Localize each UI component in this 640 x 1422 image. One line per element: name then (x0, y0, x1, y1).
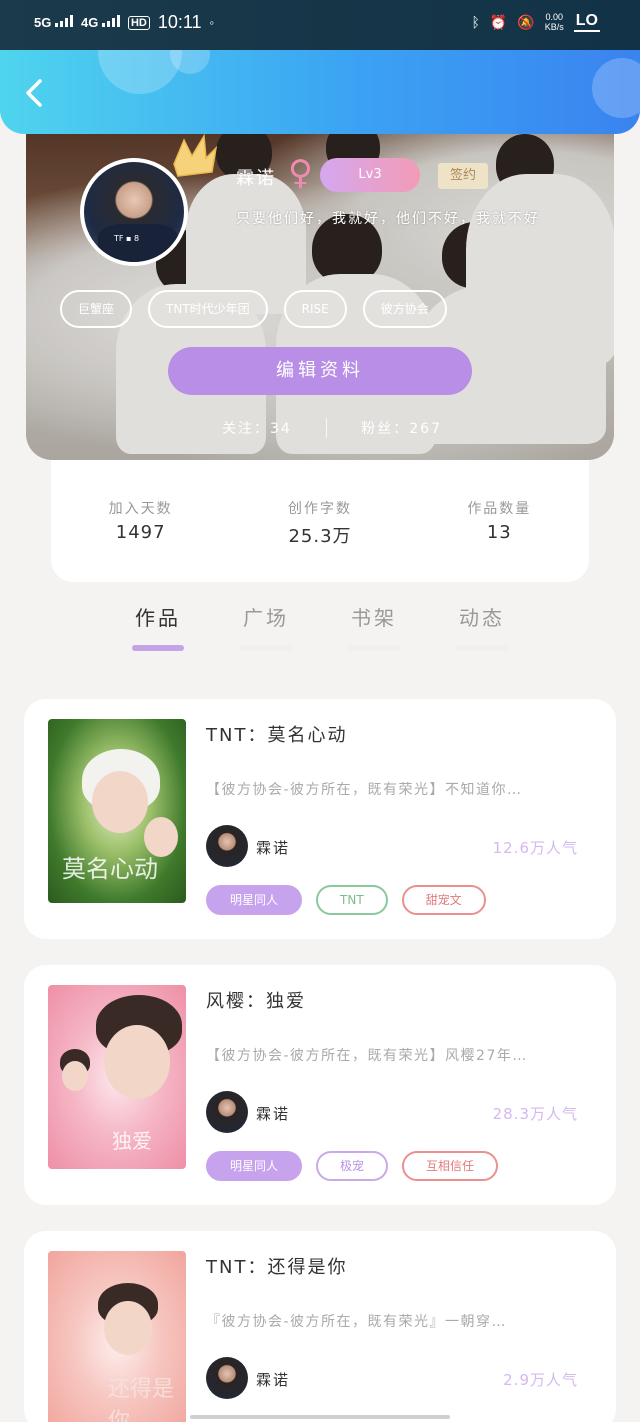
tab-bookshelf[interactable]: 书架 (320, 602, 428, 651)
work-tags: 明星同人 TNT 甜宠文 (206, 885, 486, 915)
work-tag[interactable]: 极宠 (316, 1151, 389, 1181)
stat-word-count: 创作字数 25.3万 (260, 498, 380, 582)
tab-indicator (132, 645, 184, 651)
work-tag[interactable]: 明星同人 (206, 1151, 303, 1181)
profile-banner: TF ▪ 8 霖诺 ♀ Lv3 签约 只要他们好，我就好，他们不好，我就不好 巨… (26, 134, 614, 460)
author-avatar (206, 1357, 248, 1399)
author-avatar (206, 1091, 248, 1133)
work-tag[interactable]: 明星同人 (206, 885, 303, 915)
work-title[interactable]: TNT：莫名心动 (206, 721, 347, 747)
work-card[interactable]: 还得是你 TNT：还得是你 『彼方协会-彼方所在，既有荣光』一朝穿… 霖诺 2.… (24, 1231, 616, 1422)
stat-label: 作品数量 (467, 501, 532, 517)
work-cover[interactable]: 独爱 (48, 985, 186, 1169)
popularity-count: 12.6万人气 (492, 839, 578, 857)
stat-label: 创作字数 (287, 501, 352, 517)
work-card[interactable]: 独爱 风樱：独爱 【彼方协会-彼方所在，既有荣光】风樱27年… 霖诺 28.3万… (24, 965, 616, 1205)
female-gender-icon: ♀ (288, 153, 313, 193)
work-card[interactable]: 莫名心动 TNT：莫名心动 【彼方协会-彼方所在，既有荣光】不知道你… 霖诺 1… (24, 699, 616, 939)
hd-icon: HD (127, 15, 150, 30)
profile-motto: 只要他们好，我就好，他们不好，我就不好 (236, 211, 540, 227)
stat-label: 加入天数 (108, 501, 173, 517)
crown-icon (173, 134, 218, 177)
signed-badge: 签约 (438, 163, 488, 189)
follow-stats: 关注：34 粉丝：267 (222, 418, 442, 438)
stat-value: 1497 (115, 522, 166, 543)
divider (326, 418, 328, 438)
stat-value: 13 (486, 522, 512, 543)
work-cover[interactable]: 还得是你 (48, 1251, 186, 1422)
work-title[interactable]: TNT：还得是你 (206, 1253, 347, 1279)
popularity-count: 2.9万人气 (503, 1371, 578, 1389)
profile-tag[interactable]: 巨蟹座 (60, 290, 133, 328)
network-speed: 0.00 KB/s (544, 12, 564, 32)
signal-4g: 4G (81, 15, 120, 30)
work-description: 【彼方协会-彼方所在，既有荣光】不知道你… (206, 782, 523, 798)
edit-profile-button[interactable]: 编辑资料 (168, 347, 472, 395)
call-icon: ◦ (209, 15, 215, 30)
tab-works[interactable]: 作品 (104, 602, 212, 651)
profile-tag[interactable]: TNT时代少年团 (148, 290, 268, 328)
alarm-icon: ⏰ (489, 13, 508, 30)
profile-tags: 巨蟹座 TNT时代少年团 RISE 彼方协会 (60, 290, 447, 328)
signal-5g: 5G (34, 15, 73, 30)
work-description: 【彼方协会-彼方所在，既有荣光】风樱27年… (206, 1048, 528, 1064)
home-indicator[interactable] (190, 1415, 450, 1419)
stats-card: 加入天数 1497 创作字数 25.3万 作品数量 13 (51, 460, 589, 582)
decor-bubble (592, 58, 640, 118)
work-tag[interactable]: 甜宠文 (401, 885, 486, 915)
mute-icon: 🔕 (517, 13, 535, 30)
author-name: 霖诺 (256, 839, 291, 857)
work-description: 『彼方协会-彼方所在，既有荣光』一朝穿… (206, 1314, 508, 1330)
stat-works-count: 作品数量 13 (439, 498, 559, 582)
author-avatar (206, 825, 248, 867)
author-name: 霖诺 (256, 1371, 291, 1389)
profile-tag[interactable]: RISE (283, 290, 347, 328)
work-tag[interactable]: TNT (316, 885, 388, 915)
work-title[interactable]: 风樱：独爱 (206, 987, 306, 1013)
battery-icon: LO (573, 12, 600, 32)
work-tag[interactable]: 互相信任 (402, 1151, 499, 1181)
tab-activity[interactable]: 动态 (428, 602, 536, 651)
work-tags: 明星同人 极宠 互相信任 (206, 1151, 499, 1181)
level-badge: Lv3 (320, 158, 420, 192)
bluetooth-icon: ᛒ (471, 14, 480, 30)
status-bar: 5G 4G HD 10:11 ◦ ᛒ ⏰ 🔕 0.00 KB/s LO (0, 0, 640, 50)
content-tabs: 作品 广场 书架 动态 (104, 602, 536, 651)
profile-tag[interactable]: 彼方协会 (362, 290, 447, 328)
popularity-count: 28.3万人气 (492, 1105, 578, 1123)
status-time: 10:11 (157, 12, 202, 32)
stat-value: 25.3万 (288, 526, 352, 547)
username: 霖诺 (236, 168, 276, 189)
author-name: 霖诺 (256, 1105, 291, 1123)
following-count[interactable]: 关注：34 (222, 418, 292, 438)
work-cover[interactable]: 莫名心动 (48, 719, 186, 903)
back-arrow-icon[interactable] (20, 78, 50, 108)
tab-square[interactable]: 广场 (212, 602, 320, 651)
followers-count[interactable]: 粉丝：267 (361, 418, 442, 438)
header-bar (0, 50, 640, 134)
stat-join-days: 加入天数 1497 (81, 498, 201, 582)
